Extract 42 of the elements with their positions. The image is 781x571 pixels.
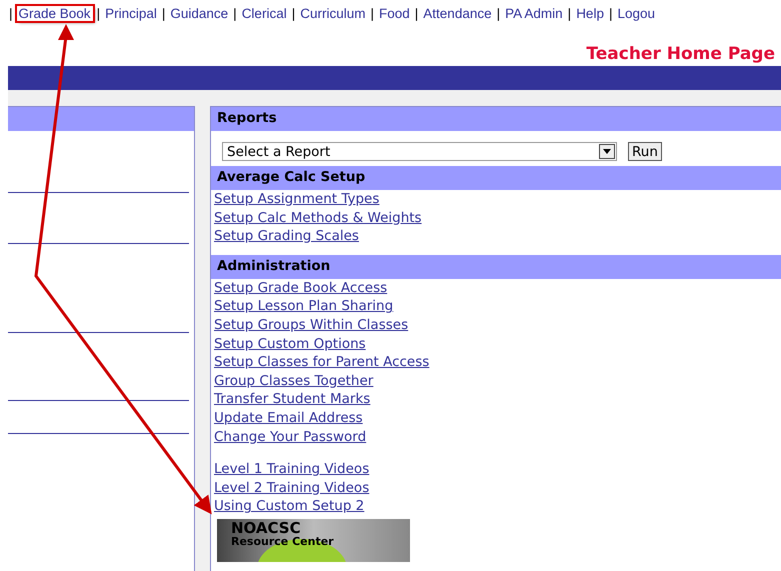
setup-link[interactable]: Setup Calc Methods & Weights: [214, 208, 422, 228]
setup-link[interactable]: Setup Groups Within Classes: [214, 316, 408, 335]
setup-link[interactable]: Setup Grade Book Access: [214, 278, 388, 298]
run-button[interactable]: Run: [628, 142, 662, 161]
nav-separator: |: [496, 6, 500, 20]
nav-separator: |: [608, 6, 612, 20]
nav-link[interactable]: PA Admin: [504, 6, 564, 20]
nav-separator: |: [96, 6, 100, 20]
setup-link[interactable]: Setup Custom Options: [214, 334, 366, 354]
setup-link[interactable]: Change Your Password: [214, 428, 366, 446]
nav-link[interactable]: Attendance: [422, 6, 493, 20]
nav-separator: |: [370, 6, 374, 20]
nav-separator: |: [9, 6, 13, 20]
section-header: Average Calc Setup: [211, 166, 781, 190]
training-link[interactable]: Using Custom Setup 2: [214, 497, 364, 516]
nav-link[interactable]: Food: [378, 6, 411, 20]
nav-link[interactable]: Principal: [104, 6, 158, 20]
report-select[interactable]: Select a Report: [222, 142, 617, 161]
nav-link[interactable]: Logou: [616, 6, 656, 20]
setup-link[interactable]: Transfer Student Marks: [214, 390, 370, 409]
nav-separator: |: [568, 6, 572, 20]
nav-separator: |: [414, 6, 418, 20]
section-header: Reports: [211, 107, 781, 131]
nav-link[interactable]: Guidance: [169, 6, 230, 20]
setup-link[interactable]: Setup Grading Scales: [214, 227, 359, 246]
nav-link[interactable]: Clerical: [240, 6, 288, 20]
training-link[interactable]: Level 2 Training Videos: [214, 478, 370, 498]
training-link[interactable]: Level 1 Training Videos: [214, 460, 370, 479]
nav-link[interactable]: Grade Book: [16, 6, 93, 20]
nav-link[interactable]: Help: [575, 6, 605, 20]
section-header: Administration: [211, 254, 781, 279]
banner-title: NOACSC: [231, 520, 301, 536]
setup-link[interactable]: Setup Lesson Plan Sharing: [214, 297, 394, 316]
setup-link[interactable]: Setup Classes for Parent Access: [214, 353, 430, 372]
setup-link[interactable]: Group Classes Together: [214, 372, 374, 390]
nav-link[interactable]: Curriculum: [299, 6, 366, 20]
nav-separator: |: [292, 6, 296, 20]
nav-separator: |: [233, 6, 237, 20]
setup-link[interactable]: Update Email Address: [214, 408, 363, 428]
setup-link[interactable]: Setup Assignment Types: [214, 190, 380, 209]
page-title: Teacher Home Page: [586, 44, 775, 66]
nav-separator: |: [162, 6, 166, 20]
